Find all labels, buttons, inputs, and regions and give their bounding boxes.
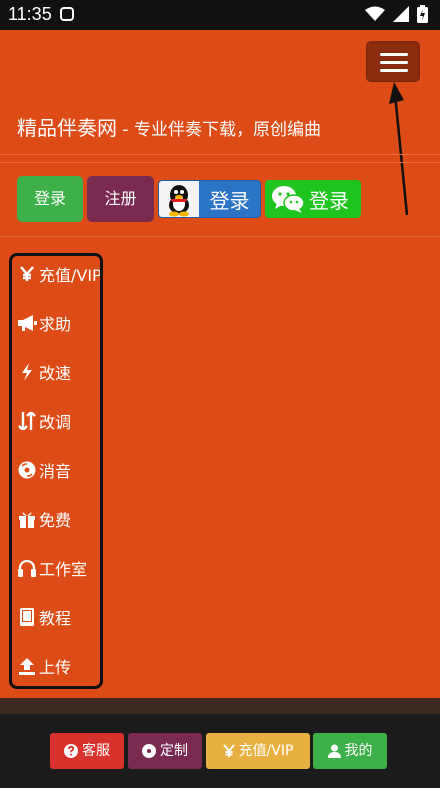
menu-item-label: 改速 [39,364,72,383]
hamburger-line [380,61,408,64]
menu-item-help[interactable]: 求助 [17,311,71,335]
footer: 客服 定制 充值/VIP 我的 [0,698,440,788]
recharge-vip-label: 充值/VIP [238,743,294,759]
site-brand: 精品伴奏网 [17,116,117,140]
status-bar: 11:35 [0,0,440,30]
menu-item-studio[interactable]: 工作室 [17,556,87,580]
annotation-arrow-icon [389,82,409,216]
divider [0,236,440,237]
qq-login-label: 登录 [209,188,250,213]
divider [0,162,440,163]
signal-icon [393,6,409,22]
menu-item-label: 消音 [39,462,72,481]
battery-icon [417,5,428,23]
status-time: 11:35 [8,4,52,24]
disc-icon [142,744,156,758]
wechat-icon [272,186,305,213]
headphones-icon [17,558,37,578]
question-circle-icon [64,744,78,758]
wifi-icon [365,6,385,21]
menu-item-label: 工作室 [39,560,88,579]
user-icon [327,744,341,758]
menu-item-tutorial[interactable]: 教程 [17,605,71,629]
disc-icon [17,460,37,480]
site-tagline: - 专业伴奏下载，原创编曲 [117,120,321,140]
app-notification-icon [60,7,74,21]
book-icon [17,607,37,627]
hamburger-line [380,53,408,56]
menu-item-vocal-remove[interactable]: 消音 [17,458,71,482]
custom-order-button[interactable]: 定制 [128,733,202,769]
sort-arrows-icon [17,411,37,431]
menu-item-label: 免费 [39,511,72,530]
customer-service-label: 客服 [82,743,110,759]
main-content: 精品伴奏网 - 专业伴奏下载，原创编曲 登录 注册 登录 登录 充值/VIP 求… [0,30,440,698]
menu-item-label: 上传 [39,658,72,677]
menu-item-upload[interactable]: 上传 [17,654,71,678]
yen-icon [222,744,235,757]
menu-item-free[interactable]: 免费 [17,507,71,531]
my-account-button[interactable]: 我的 [313,733,387,769]
bullhorn-icon [17,313,37,333]
menu-item-key[interactable]: 改调 [17,409,71,433]
menu-item-label: 改调 [39,413,72,432]
wechat-login-button[interactable]: 登录 [265,180,361,218]
status-icons [365,5,428,23]
customer-service-button[interactable]: 客服 [50,733,124,769]
yen-icon [17,264,37,284]
menu-item-label: 教程 [39,609,72,628]
menu-item-speed[interactable]: 改速 [17,360,71,384]
site-title: 精品伴奏网 - 专业伴奏下载，原创编曲 [17,112,321,141]
custom-order-label: 定制 [160,743,188,759]
my-account-label: 我的 [344,743,373,759]
side-menu: 充值/VIP 求助 改速 改调 消音 免费 工作室 教程 上传 [9,253,103,689]
recharge-vip-button[interactable]: 充值/VIP [206,733,310,769]
menu-item-label: 求助 [39,315,72,334]
menu-toggle-button[interactable] [366,41,420,82]
menu-item-label: 充值/VIP [39,266,102,285]
wechat-login-label: 登录 [309,188,349,213]
qq-login-button[interactable]: 登录 [158,180,261,218]
divider [0,154,440,155]
login-button[interactable]: 登录 [17,176,83,222]
qq-penguin-icon [159,181,199,217]
register-button[interactable]: 注册 [87,176,154,222]
menu-item-vip[interactable]: 充值/VIP [17,262,102,286]
hamburger-line [380,69,408,72]
bolt-icon [17,362,37,382]
upload-icon [17,656,37,676]
gift-icon [17,509,37,529]
